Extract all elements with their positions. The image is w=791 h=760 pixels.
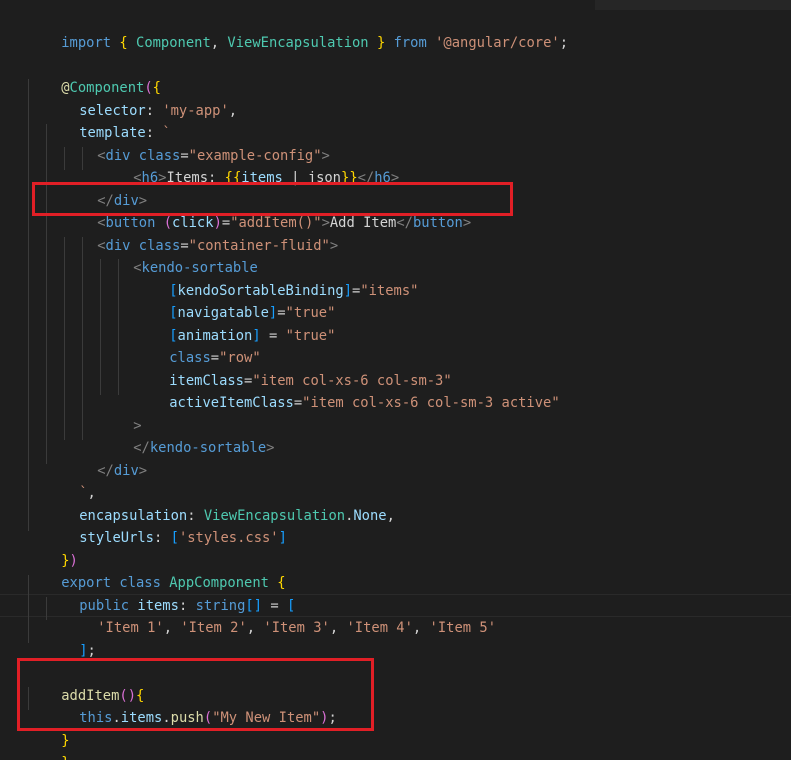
indent-guide	[118, 259, 119, 395]
code-line-17-text: activeItemClass="item col-xs-6 col-sm-3 …	[169, 394, 560, 411]
indent-guide	[82, 237, 83, 440]
code-line-20-text: </div>	[97, 462, 148, 479]
code-line-19-text: </kendo-sortable>	[133, 439, 275, 456]
code-line-23: styleUrls: ['styles.css']	[46, 504, 287, 546]
code-line-1-text: import { Component, ViewEncapsulation } …	[61, 34, 569, 51]
code-line-6: <div class="example-config">	[64, 122, 330, 164]
code-editor[interactable]: import { Component, ViewEncapsulation } …	[0, 0, 791, 760]
code-line-13: [navigatable]="true"	[136, 279, 335, 321]
indent-guide	[46, 124, 47, 464]
code-line-11: <kendo-sortable	[100, 234, 258, 276]
code-line-12: [kendoSortableBinding]="items"	[136, 257, 418, 299]
code-line-1: import { Component, ViewEncapsulation } …	[28, 9, 568, 51]
code-line-16: itemClass="item col-xs-6 col-sm-3"	[136, 347, 451, 389]
code-line-24: })	[28, 527, 78, 569]
code-line-20: </div>	[64, 437, 147, 479]
code-line-4: selector: 'my-app',	[46, 77, 237, 119]
code-line-15: class="row"	[136, 324, 260, 366]
code-line-3: @Component({	[28, 54, 161, 96]
code-line-27: 'Item 1', 'Item 2', 'Item 3', 'Item 4', …	[64, 594, 496, 636]
code-line-26: public items: string[] = [	[46, 572, 295, 614]
code-line-17: activeItemClass="item col-xs-6 col-sm-3 …	[136, 369, 559, 411]
additem-method-highlight	[17, 658, 374, 731]
editor-top-strip	[595, 0, 791, 10]
code-line-25: export class AppComponent {	[28, 549, 285, 591]
code-line-22: encapsulation: ViewEncapsulation.None,	[46, 482, 395, 524]
code-line-33-text: }	[61, 755, 69, 760]
code-line-18: >	[100, 392, 141, 434]
code-line-7: <h6>Items: {{items | json}}</h6>	[100, 144, 399, 186]
code-line-33: }	[28, 729, 69, 760]
indent-guide	[28, 79, 29, 531]
code-line-23-text: styleUrls: ['styles.css']	[79, 529, 287, 546]
code-line-14: [animation] = "true"	[136, 302, 335, 344]
code-line-21: `,	[46, 459, 96, 501]
code-line-19: </kendo-sortable>	[100, 414, 274, 456]
code-line-28-text: ];	[79, 642, 96, 659]
button-line-highlight	[32, 182, 513, 216]
code-line-5: template: `	[46, 99, 170, 141]
code-line-27-text: 'Item 1', 'Item 2', 'Item 3', 'Item 4', …	[97, 619, 496, 636]
code-line-28: ];	[46, 617, 96, 659]
